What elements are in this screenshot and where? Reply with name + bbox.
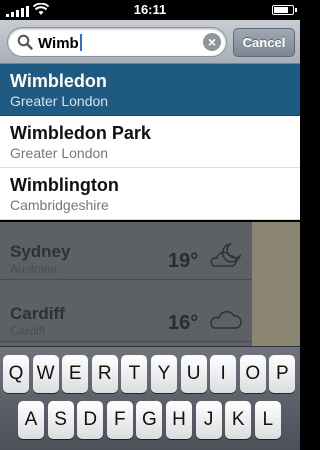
key-d[interactable]: D (77, 401, 104, 439)
city-row: Sydney Australia 19° (0, 222, 252, 280)
search-bar: Wimb × Cancel (0, 20, 300, 64)
battery-icon (272, 5, 297, 15)
search-results-list: Wimbledon Greater London Wimbledon Park … (0, 64, 300, 220)
city-temperature: 19° (168, 250, 199, 272)
search-result-item[interactable]: Wimbledon Park Greater London (0, 116, 300, 168)
clear-search-icon[interactable]: × (203, 33, 221, 51)
search-icon (17, 34, 33, 50)
key-g[interactable]: G (136, 401, 163, 439)
text-caret (79, 34, 82, 51)
cancel-button[interactable]: Cancel (233, 28, 295, 57)
keyboard-row: QWERTYUIOP (0, 355, 300, 395)
keyboard: QWERTYUIOP ASDFGHJKL (0, 346, 300, 450)
key-r[interactable]: R (91, 355, 118, 393)
key-q[interactable]: Q (3, 355, 29, 393)
cloud-icon (210, 310, 242, 329)
result-region: Cambridgeshire (10, 197, 109, 213)
search-query-text: Wimb (38, 35, 79, 52)
sun-panel (252, 222, 300, 346)
key-k[interactable]: K (225, 401, 252, 439)
key-s[interactable]: S (47, 401, 74, 439)
key-p[interactable]: P (269, 355, 296, 393)
search-result-item[interactable]: Wimblington Cambridgeshire (0, 168, 300, 220)
key-u[interactable]: U (180, 355, 207, 393)
key-w[interactable]: W (32, 355, 59, 393)
keyboard-row: ASDFGHJKL (0, 401, 300, 441)
key-l[interactable]: L (254, 401, 281, 439)
status-time: 16:11 (133, 2, 167, 17)
search-result-item[interactable]: Wimbledon Greater London (0, 64, 300, 116)
status-bar: 16:11 (0, 0, 300, 20)
key-a[interactable]: A (18, 401, 44, 439)
key-y[interactable]: Y (151, 355, 177, 393)
key-h[interactable]: H (166, 401, 192, 439)
key-f[interactable]: F (106, 401, 133, 439)
city-name: Sydney (10, 242, 71, 261)
partly-cloudy-night-icon (210, 242, 242, 267)
key-i[interactable]: I (210, 355, 237, 393)
result-name: Wimbledon Park (10, 123, 151, 143)
result-region: Greater London (10, 145, 109, 161)
city-country: Australia (10, 262, 57, 276)
key-j[interactable]: J (195, 401, 222, 439)
key-e[interactable]: E (62, 355, 89, 393)
city-name: Cardiff (10, 304, 65, 323)
result-name: Wimbledon (10, 71, 107, 91)
city-row: Cardiff Cardiff 16° (0, 280, 252, 342)
search-input[interactable]: Wimb × (7, 27, 227, 57)
key-o[interactable]: O (239, 355, 266, 393)
dimmed-city-list: Sydney Australia 19° Cardiff Cardiff 16° (0, 222, 300, 346)
city-country: Cardiff (10, 324, 46, 338)
result-name: Wimblington (10, 175, 119, 195)
result-region: Greater London (10, 93, 109, 109)
city-temperature: 16° (168, 312, 199, 334)
key-t[interactable]: T (121, 355, 148, 393)
